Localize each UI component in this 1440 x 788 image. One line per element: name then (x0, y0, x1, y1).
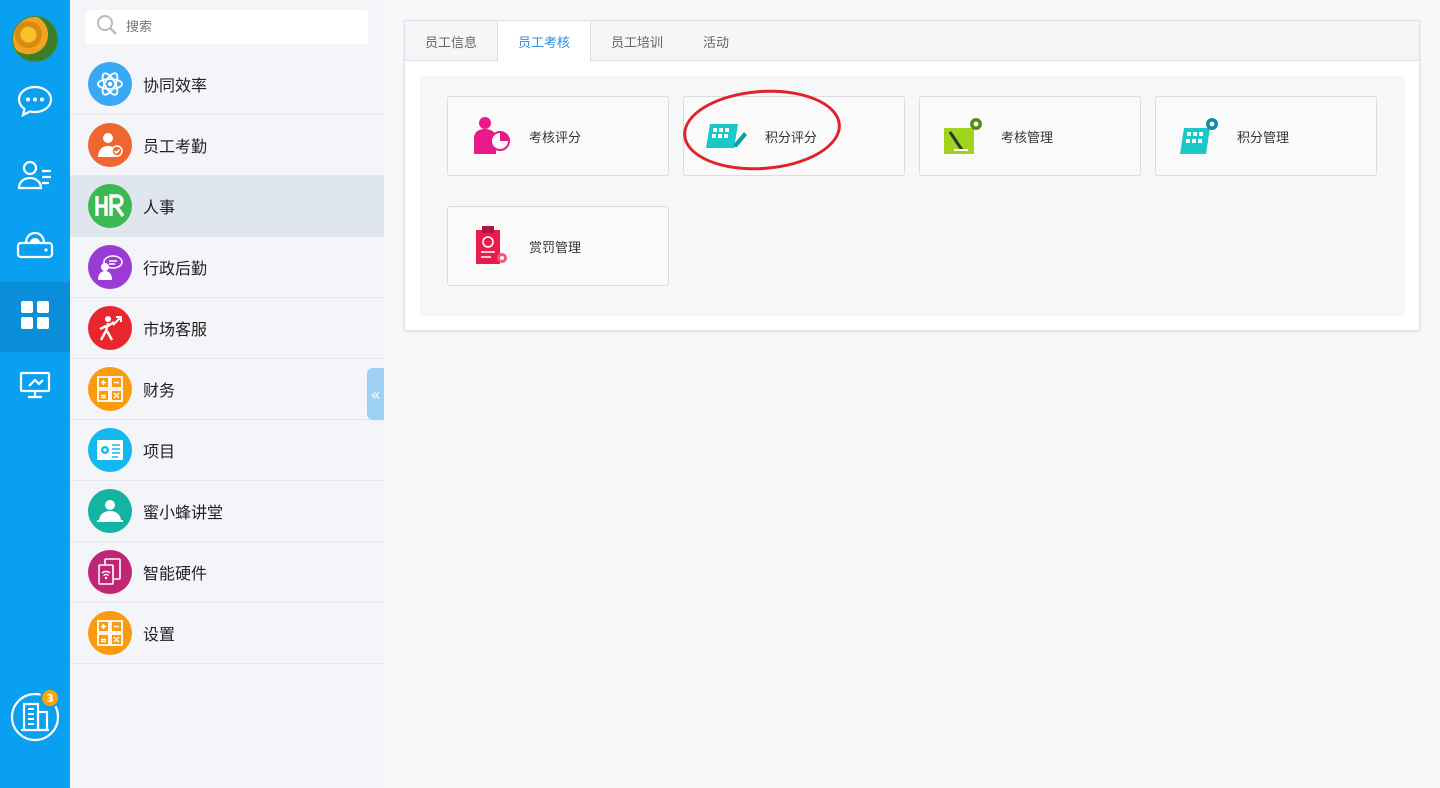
collapse-sidebar-button[interactable]: « (367, 368, 384, 420)
rewards-penalties-card[interactable]: 赏罚管理 (447, 206, 669, 286)
search-icon (96, 14, 118, 40)
clipboard-award-icon (468, 224, 512, 268)
cloud-drive-button[interactable] (0, 212, 70, 282)
sidebar-item-admin[interactable]: 行政后勤 (70, 237, 384, 298)
chat-icon (16, 84, 54, 122)
person-growth-icon (88, 306, 132, 350)
search-box[interactable] (86, 10, 368, 44)
atom-icon (88, 62, 132, 106)
card-label: 考核评分 (529, 130, 582, 146)
assessment-scoring-card[interactable]: 考核评分 (447, 96, 669, 176)
project-board-icon (88, 428, 132, 472)
desktop-button[interactable] (0, 352, 70, 422)
sidebar: 协同效率 员工考勤 人事 行政后勤 市场客服 (70, 0, 384, 788)
calculator-icon (88, 611, 132, 655)
sidebar-item-label: 智能硬件 (143, 564, 208, 583)
tab-employee-info[interactable]: 员工信息 (405, 21, 497, 61)
sidebar-item-attendance[interactable]: 员工考勤 (70, 115, 384, 176)
sidebar-item-label: 设置 (143, 625, 176, 644)
sidebar-item-project[interactable]: 项目 (70, 420, 384, 481)
card-label: 积分管理 (1237, 130, 1290, 146)
contacts-icon (17, 159, 53, 195)
tab-employee-assessment[interactable]: 员工考核 (497, 21, 592, 62)
sidebar-item-hr[interactable]: 人事 (70, 176, 384, 237)
tab-activities[interactable]: 活动 (683, 21, 749, 61)
main-panel: 员工信息 员工考核 员工培训 活动 考核评分 积分评分 考核管理 积分管理 赏罚… (404, 20, 1420, 331)
sidebar-item-marketing[interactable]: 市场客服 (70, 298, 384, 359)
person-chart-icon (468, 114, 512, 158)
lecturer-icon (88, 489, 132, 533)
avatar[interactable] (12, 16, 58, 62)
wifi-device-icon (88, 550, 132, 594)
notification-badge: 3 (40, 688, 60, 708)
cloud-drive-icon (16, 229, 54, 265)
apps-grid-icon (20, 300, 50, 334)
checklist-gear-icon (940, 114, 984, 158)
card-label: 赏罚管理 (529, 240, 582, 256)
sidebar-item-hardware[interactable]: 智能硬件 (70, 542, 384, 603)
sidebar-item-finance[interactable]: 财务 (70, 359, 384, 420)
card-label: 考核管理 (1001, 130, 1054, 146)
sidebar-item-label: 项目 (143, 442, 176, 461)
assessment-management-card[interactable]: 考核管理 (919, 96, 1141, 176)
sidebar-item-label: 人事 (143, 198, 176, 217)
person-check-icon (88, 123, 132, 167)
tab-bar: 员工信息 员工考核 员工培训 活动 (405, 21, 1419, 62)
grid-gear-icon (1176, 114, 1220, 158)
sidebar-item-settings[interactable]: 设置 (70, 603, 384, 664)
sidebar-item-collaboration[interactable]: 协同效率 (70, 54, 384, 115)
sidebar-item-label: 财务 (143, 381, 176, 400)
tab-employee-training[interactable]: 员工培训 (591, 21, 683, 61)
calculator-icon (88, 367, 132, 411)
points-scoring-card[interactable]: 积分评分 (683, 96, 905, 176)
double-chevron-left-icon: « (370, 384, 381, 404)
card-label: 积分评分 (765, 130, 818, 146)
contacts-button[interactable] (0, 142, 70, 212)
apps-button[interactable] (0, 282, 70, 352)
module-menu: 协同效率 员工考勤 人事 行政后勤 市场客服 财务 项目 蜜小蜂讲堂 智能硬件 … (70, 54, 384, 664)
tab-content: 考核评分 积分评分 考核管理 积分管理 赏罚管理 (420, 76, 1405, 316)
sidebar-item-label: 蜜小蜂讲堂 (143, 503, 224, 522)
sidebar-item-label: 协同效率 (143, 76, 208, 95)
points-management-card[interactable]: 积分管理 (1155, 96, 1377, 176)
search-input[interactable] (126, 19, 346, 35)
left-rail: 3 (0, 0, 70, 788)
grid-pen-icon (704, 114, 748, 158)
person-speech-icon (88, 245, 132, 289)
sidebar-item-label: 行政后勤 (143, 259, 208, 278)
sidebar-item-label: 员工考勤 (143, 137, 208, 156)
sidebar-item-label: 市场客服 (143, 320, 208, 339)
chat-button[interactable] (0, 68, 70, 138)
sidebar-item-classroom[interactable]: 蜜小蜂讲堂 (70, 481, 384, 542)
hr-icon (88, 184, 132, 228)
monitor-icon (19, 370, 51, 404)
